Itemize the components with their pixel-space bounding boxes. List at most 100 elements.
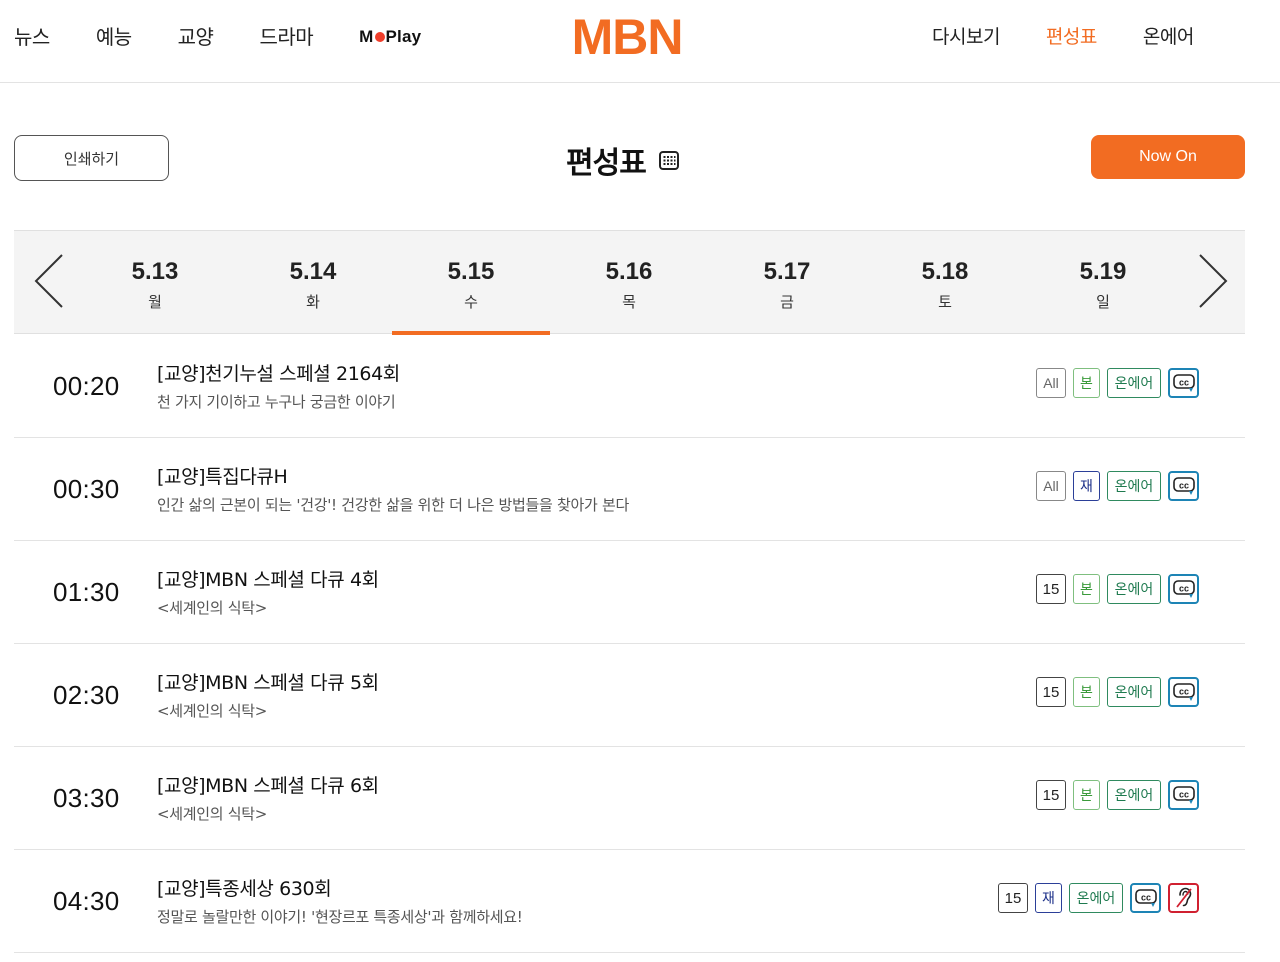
schedule-row: 03:30 [교양]MBN 스페셜 다큐 6회 <세계인의 식탁> 15 본 온… bbox=[14, 747, 1245, 850]
program-title[interactable]: [교양]특집다큐H bbox=[157, 462, 288, 489]
now-on-button[interactable]: Now On bbox=[1091, 135, 1245, 179]
nav-replay[interactable]: 다시보기 bbox=[932, 24, 1000, 50]
program-description: <세계인의 식탁> bbox=[157, 805, 268, 823]
svg-text:cc: cc bbox=[1178, 790, 1188, 800]
program-description: <세계인의 식탁> bbox=[157, 599, 268, 617]
closed-caption-icon: cc bbox=[1168, 780, 1199, 810]
program-badges: 15 본 온에어 cc bbox=[1029, 574, 1199, 604]
moplay-logo-post: Play bbox=[385, 27, 422, 46]
program-title[interactable]: [교양]천기누설 스페셜 2164회 bbox=[157, 359, 400, 386]
date-tab-5-19[interactable]: 5.19 일 bbox=[1024, 231, 1182, 334]
svg-text:cc: cc bbox=[1140, 893, 1150, 903]
date-label: 5.18 bbox=[921, 258, 969, 285]
program-time: 04:30 bbox=[53, 886, 120, 916]
nav-left: 뉴스 예능 교양 드라마 M Play bbox=[14, 24, 421, 50]
broadcast-type-badge: 재 bbox=[1073, 471, 1100, 501]
print-button[interactable]: 인쇄하기 bbox=[14, 135, 169, 181]
closed-caption-icon: cc bbox=[1168, 677, 1199, 707]
program-time: 02:30 bbox=[53, 680, 120, 710]
schedule-row: 01:30 [교양]MBN 스페셜 다큐 4회 <세계인의 식탁> 15 본 온… bbox=[14, 541, 1245, 644]
site-header: 뉴스 예능 교양 드라마 M Play MBN 다시보기 편성표 온에어 bbox=[0, 0, 1280, 83]
date-tab-5-17[interactable]: 5.17 금 bbox=[708, 231, 866, 334]
schedule-row: 02:30 [교양]MBN 스페셜 다큐 5회 <세계인의 식탁> 15 본 온… bbox=[14, 644, 1245, 747]
program-title[interactable]: [교양]MBN 스페셜 다큐 6회 bbox=[157, 771, 379, 798]
onair-badge[interactable]: 온에어 bbox=[1107, 471, 1161, 501]
onair-badge[interactable]: 온에어 bbox=[1107, 574, 1161, 604]
program-time: 03:30 bbox=[53, 783, 120, 813]
schedule-row: 00:30 [교양]특집다큐H 인간 삶의 근본이 되는 '건강'! 건강한 삶… bbox=[14, 438, 1245, 541]
sign-language-ear-icon bbox=[1168, 883, 1199, 913]
broadcast-type-badge: 본 bbox=[1073, 677, 1100, 707]
date-label: 5.15 bbox=[447, 258, 495, 285]
rating-badge: All bbox=[1036, 471, 1066, 501]
onair-badge[interactable]: 온에어 bbox=[1107, 780, 1161, 810]
closed-caption-icon: cc bbox=[1130, 883, 1161, 913]
program-description: 인간 삶의 근본이 되는 '건강'! 건강한 삶을 위한 더 나은 방법들을 찾… bbox=[157, 496, 629, 514]
chevron-right-icon[interactable] bbox=[1190, 251, 1230, 311]
onair-badge[interactable]: 온에어 bbox=[1107, 368, 1161, 398]
date-selector: 5.13 월 5.14 화 5.15 수 5.16 목 5.17 금 5.18 … bbox=[14, 230, 1245, 335]
broadcast-type-badge: 재 bbox=[1035, 883, 1062, 913]
svg-text:cc: cc bbox=[1178, 481, 1188, 491]
program-badges: 15 재 온에어 cc bbox=[991, 883, 1199, 913]
mbn-logo[interactable]: MBN bbox=[561, 11, 693, 61]
calendar-icon[interactable] bbox=[658, 149, 680, 171]
onair-badge[interactable]: 온에어 bbox=[1107, 677, 1161, 707]
program-time: 00:20 bbox=[53, 371, 120, 401]
program-description: 천 가지 기이하고 누구나 궁금한 이야기 bbox=[157, 393, 396, 411]
nav-right: 다시보기 편성표 온에어 bbox=[932, 24, 1240, 50]
weekday-label: 목 bbox=[622, 293, 636, 311]
schedule-row: 04:30 [교양]특종세상 630회 정말로 놀랄만한 이야기! '현장르포 … bbox=[14, 850, 1245, 953]
schedule-row: 00:20 [교양]천기누설 스페셜 2164회 천 가지 기이하고 누구나 궁… bbox=[14, 335, 1245, 438]
date-tab-5-18[interactable]: 5.18 토 bbox=[866, 231, 1024, 334]
chevron-left-icon[interactable] bbox=[32, 251, 72, 311]
broadcast-type-badge: 본 bbox=[1073, 780, 1100, 810]
program-badges: 15 본 온에어 cc bbox=[1029, 677, 1199, 707]
program-title[interactable]: [교양]특종세상 630회 bbox=[157, 874, 332, 901]
closed-caption-icon: cc bbox=[1168, 368, 1199, 398]
program-time: 00:30 bbox=[53, 474, 120, 504]
nav-onair[interactable]: 온에어 bbox=[1143, 24, 1194, 50]
nav-culture[interactable]: 교양 bbox=[178, 24, 214, 50]
date-tab-5-14[interactable]: 5.14 화 bbox=[234, 231, 392, 334]
rating-badge: 15 bbox=[1036, 677, 1066, 707]
date-label: 5.17 bbox=[763, 258, 811, 285]
nav-news[interactable]: 뉴스 bbox=[14, 24, 50, 50]
program-title[interactable]: [교양]MBN 스페셜 다큐 4회 bbox=[157, 565, 379, 592]
broadcast-type-badge: 본 bbox=[1073, 368, 1100, 398]
program-badges: All 재 온에어 cc bbox=[1029, 471, 1199, 501]
mbn-logo-text: MBN bbox=[572, 11, 683, 61]
weekday-label: 월 bbox=[148, 293, 162, 311]
closed-caption-icon: cc bbox=[1168, 471, 1199, 501]
program-title[interactable]: [교양]MBN 스페셜 다큐 5회 bbox=[157, 668, 379, 695]
date-label: 5.14 bbox=[289, 258, 337, 285]
moplay-dot-icon bbox=[374, 32, 385, 42]
date-label: 5.16 bbox=[605, 258, 653, 285]
svg-text:cc: cc bbox=[1178, 687, 1188, 697]
weekday-label: 토 bbox=[938, 293, 952, 311]
rating-badge: 15 bbox=[1036, 780, 1066, 810]
date-tab-5-16[interactable]: 5.16 목 bbox=[550, 231, 708, 334]
weekday-label: 화 bbox=[306, 293, 320, 311]
rating-badge: 15 bbox=[998, 883, 1028, 913]
program-badges: All 본 온에어 cc bbox=[1029, 368, 1199, 398]
date-tab-5-15[interactable]: 5.15 수 bbox=[392, 231, 550, 335]
page-title-group: 편성표 bbox=[566, 138, 680, 182]
page-title: 편성표 bbox=[566, 146, 647, 181]
nav-entertainment[interactable]: 예능 bbox=[96, 24, 132, 50]
moplay-logo[interactable]: M Play bbox=[359, 27, 421, 47]
svg-text:cc: cc bbox=[1178, 378, 1188, 388]
weekday-label: 금 bbox=[780, 293, 794, 311]
rating-badge: 15 bbox=[1036, 574, 1066, 604]
rating-badge: All bbox=[1036, 368, 1066, 398]
nav-schedule[interactable]: 편성표 bbox=[1046, 24, 1097, 50]
weekday-label: 일 bbox=[1096, 293, 1110, 311]
onair-badge[interactable]: 온에어 bbox=[1069, 883, 1123, 913]
date-label: 5.19 bbox=[1079, 258, 1127, 285]
date-tab-5-13[interactable]: 5.13 월 bbox=[76, 231, 234, 334]
moplay-logo-pre: M bbox=[359, 27, 374, 46]
nav-drama[interactable]: 드라마 bbox=[259, 24, 313, 50]
weekday-label: 수 bbox=[464, 293, 478, 311]
closed-caption-icon: cc bbox=[1168, 574, 1199, 604]
date-label: 5.13 bbox=[131, 258, 179, 285]
